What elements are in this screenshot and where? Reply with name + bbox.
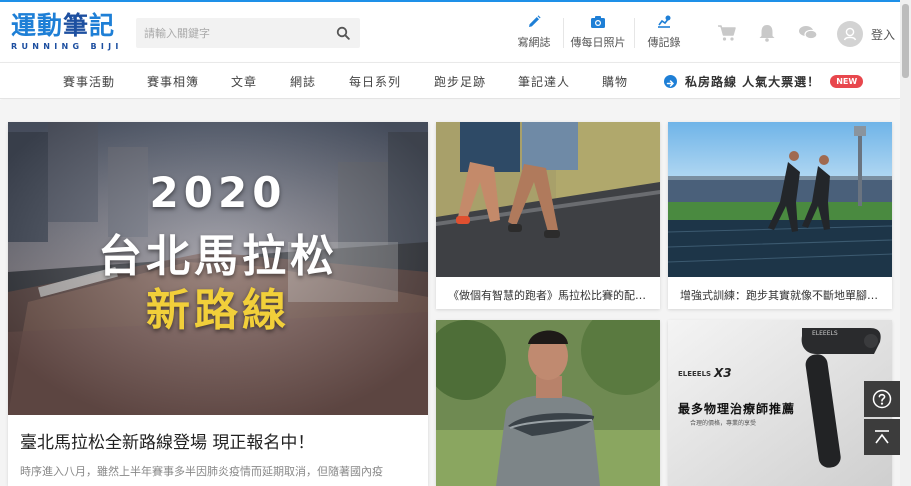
nav-item-experts[interactable]: 筆記達人 bbox=[518, 73, 570, 90]
ad-image-massage-gun: ELEEELS X3 ELEEELS 最多物理治療師推薦 合理的價格，專業的享受 bbox=[668, 320, 892, 486]
search-icon[interactable] bbox=[336, 26, 350, 40]
chat-icon[interactable] bbox=[798, 24, 818, 42]
feature-image-year: 2020 bbox=[149, 168, 287, 217]
logo-zh-part2: 筆 bbox=[63, 11, 90, 40]
write-blog-button[interactable]: 寫網誌 bbox=[514, 14, 554, 54]
article-card[interactable] bbox=[436, 320, 660, 486]
avatar-user-icon bbox=[843, 27, 857, 41]
nav-item-events[interactable]: 賽事活動 bbox=[63, 73, 115, 90]
back-to-top-icon bbox=[875, 430, 889, 444]
ad-model: X3 bbox=[714, 366, 732, 380]
ad-subline: 合理的價格，專業的享受 bbox=[690, 420, 757, 427]
nav-item-articles[interactable]: 文章 bbox=[231, 73, 257, 90]
feature-title[interactable]: 臺北馬拉松全新路線登場 現正報名中！ bbox=[20, 428, 314, 453]
question-icon bbox=[872, 389, 892, 409]
article-image-runners-road bbox=[436, 122, 660, 277]
new-badge: NEW bbox=[830, 74, 864, 88]
promo-text: 私房路線 人氣大票選！ bbox=[685, 74, 821, 89]
upload-record-icon bbox=[658, 15, 671, 28]
upload-photo-button[interactable]: 傳每日照片 bbox=[569, 14, 627, 54]
article-image-track-runners bbox=[668, 122, 892, 277]
article-caption[interactable]: 增強式訓練：跑步其實就像不斷地單腳蹲... bbox=[668, 287, 892, 303]
ad-headline: 最多物理治療師推薦 bbox=[678, 402, 796, 416]
search-box bbox=[136, 18, 360, 48]
feature-image: 2020 台北馬拉松 新路線 bbox=[8, 122, 428, 415]
nav-item-footprints[interactable]: 跑步足跡 bbox=[434, 73, 486, 90]
upload-record-label: 傳記錄 bbox=[647, 36, 681, 49]
site-logo[interactable]: 運動筆記 RUNNING BIJI bbox=[11, 12, 123, 54]
login-link[interactable]: 登入 bbox=[871, 26, 895, 43]
content-area: 2020 台北馬拉松 新路線 臺北馬拉松全新路線登場 現正報名中！ 時序進入八月… bbox=[0, 100, 900, 486]
cart-icon[interactable] bbox=[717, 24, 737, 42]
feature-article-card[interactable]: 2020 台北馬拉松 新路線 臺北馬拉松全新路線登場 現正報名中！ 時序進入八月… bbox=[8, 122, 428, 486]
nav-item-shopping[interactable]: 購物 bbox=[602, 73, 628, 90]
nav-item-blogs[interactable]: 網誌 bbox=[290, 73, 316, 90]
pencil-icon bbox=[529, 15, 541, 27]
article-card[interactable]: 增強式訓練：跑步其實就像不斷地單腳蹲... bbox=[668, 122, 892, 309]
help-button[interactable] bbox=[864, 381, 900, 417]
header-divider bbox=[563, 18, 564, 48]
promo-link[interactable]: 私房路線 人氣大票選！ NEW bbox=[664, 72, 864, 90]
user-avatar[interactable] bbox=[837, 21, 863, 47]
ad-card[interactable]: ELEEELS X3 ELEEELS 最多物理治療師推薦 合理的價格，專業的享受 bbox=[668, 320, 892, 486]
feature-excerpt: 時序進入八月，雖然上半年賽事多半因肺炎疫情而延期取消，但隨著國內疫 bbox=[20, 465, 383, 478]
logo-chinese: 運動筆記 bbox=[11, 12, 123, 40]
write-blog-label: 寫網誌 bbox=[517, 36, 551, 49]
main-nav: 賽事活動 賽事相簿 文章 網誌 每日系列 跑步足跡 筆記達人 購物 私房路線 人… bbox=[0, 62, 900, 99]
logo-english: RUNNING BIJI bbox=[11, 42, 123, 51]
feature-image-subtitle: 新路線 bbox=[146, 285, 290, 336]
ad-device-brand: ELEEELS bbox=[812, 330, 838, 337]
upload-photo-label: 傳每日照片 bbox=[570, 36, 626, 49]
camera-icon bbox=[591, 16, 605, 28]
nav-item-albums[interactable]: 賽事相簿 bbox=[147, 73, 199, 90]
logo-zh-part3: 記 bbox=[89, 11, 116, 40]
ad-brand: ELEEELS bbox=[678, 370, 712, 378]
header-divider bbox=[634, 18, 635, 48]
article-image-man-shoes bbox=[436, 320, 660, 486]
logo-zh-part1: 運動 bbox=[11, 11, 64, 40]
bell-icon[interactable] bbox=[757, 24, 777, 42]
arrow-right-icon bbox=[664, 74, 677, 88]
search-input[interactable] bbox=[136, 18, 326, 48]
scrollbar-thumb[interactable] bbox=[902, 4, 909, 78]
back-to-top-button[interactable] bbox=[864, 419, 900, 455]
article-card[interactable]: 《做個有智慧的跑者》馬拉松比賽的配速... bbox=[436, 122, 660, 309]
upload-record-button[interactable]: 傳記錄 bbox=[644, 14, 684, 54]
nav-item-daily[interactable]: 每日系列 bbox=[349, 73, 401, 90]
article-caption[interactable]: 《做個有智慧的跑者》馬拉松比賽的配速... bbox=[436, 287, 660, 303]
site-header: 運動筆記 RUNNING BIJI 寫網誌 傳每日照片 傳記 bbox=[0, 2, 900, 62]
